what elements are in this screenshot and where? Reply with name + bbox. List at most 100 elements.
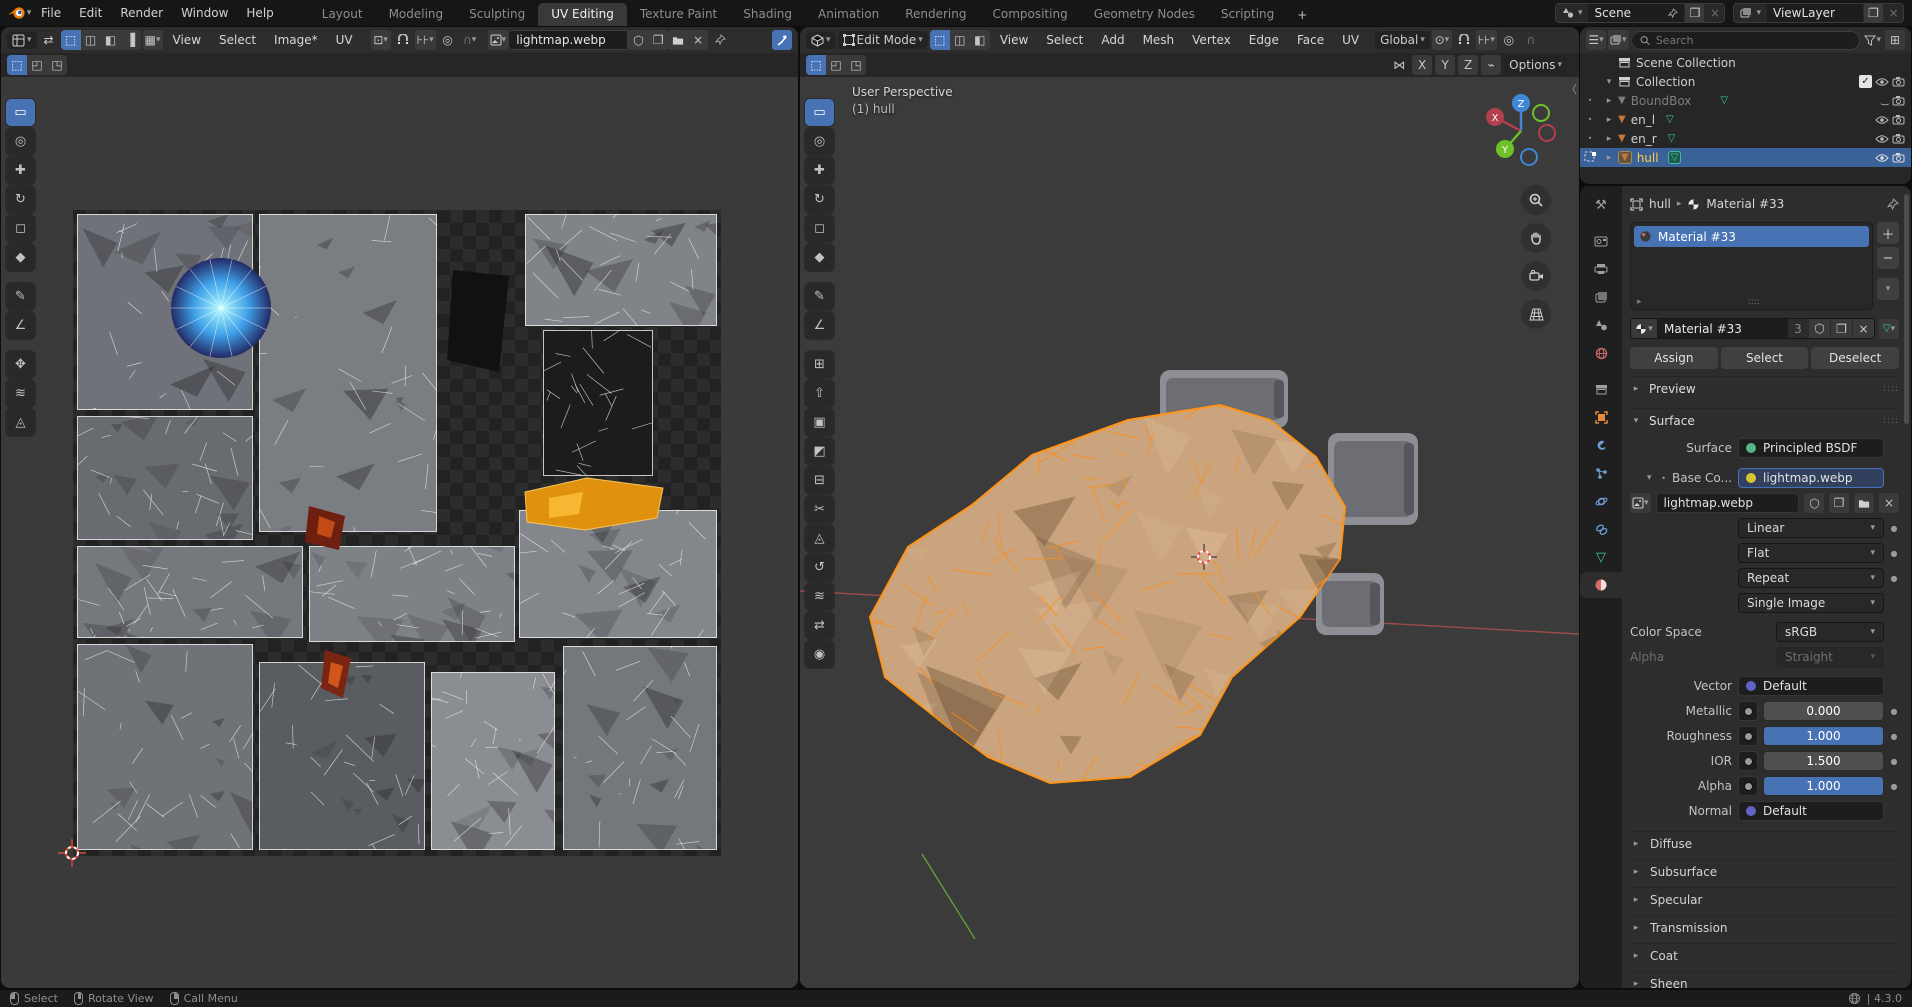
expand-icon[interactable]: ▸ xyxy=(1603,134,1615,144)
options-dropdown[interactable]: Options▾ xyxy=(1504,56,1567,74)
tab-physics[interactable] xyxy=(1580,488,1622,514)
material-slot-list[interactable]: Material #33 ▸:::: xyxy=(1630,222,1873,310)
mirror-x-button[interactable]: X xyxy=(1412,55,1432,75)
tab-uv-editing[interactable]: UV Editing xyxy=(538,3,627,26)
tab-render[interactable] xyxy=(1580,228,1622,254)
mirror-z-button[interactable]: Z xyxy=(1458,55,1478,75)
uv-tool-select-box[interactable]: ▭ xyxy=(6,99,35,126)
tab-shading[interactable]: Shading xyxy=(730,3,805,26)
subsurface-panel-header[interactable]: ▸Subsurface xyxy=(1630,859,1899,884)
vp-snap-magnet-icon[interactable] xyxy=(1454,30,1474,50)
uv-image-browse-button[interactable]: ▾ xyxy=(488,30,509,50)
vp-tool-spin[interactable]: ↺ xyxy=(805,554,834,581)
navigation-gizmo[interactable]: Z X Y xyxy=(1479,89,1563,173)
uv-menu-view[interactable]: View xyxy=(165,30,209,50)
tab-modifiers[interactable] xyxy=(1580,432,1622,458)
vp-menu-vertex[interactable]: Vertex xyxy=(1184,30,1239,50)
uv-gizmo-toggle-icon[interactable] xyxy=(772,30,792,50)
uv-face-select-button[interactable]: ◧ xyxy=(101,30,121,50)
normal-node-button[interactable]: Default xyxy=(1738,801,1884,821)
uv-menu-image[interactable]: Image* xyxy=(266,30,326,50)
slot-specials-button[interactable]: ▾ xyxy=(1877,278,1899,300)
surface-shader-button[interactable]: Principled BSDF xyxy=(1738,438,1884,458)
tab-scripting[interactable]: Scripting xyxy=(1208,3,1287,26)
vp-tool-poly-build[interactable]: ◬ xyxy=(805,525,834,552)
material-name-field[interactable]: Material #33 xyxy=(1657,319,1788,338)
vp-tool-smooth[interactable]: ≋ xyxy=(805,583,834,610)
unlink-material-button[interactable]: × xyxy=(1852,319,1874,338)
snap-symmetry-icon[interactable]: ⌁ xyxy=(1481,55,1501,75)
uv-pin-icon[interactable] xyxy=(710,30,730,50)
menu-help[interactable]: Help xyxy=(237,4,282,22)
search-input[interactable] xyxy=(1656,34,1852,47)
alpha-slider[interactable]: 1.000 xyxy=(1763,776,1884,796)
uv-edge-select-button[interactable]: ◫ xyxy=(81,30,101,50)
add-slot-button[interactable]: ＋ xyxy=(1877,222,1899,244)
coat-panel-header[interactable]: ▸Coat xyxy=(1630,943,1899,968)
uv-boxselect-subtract-button[interactable]: ◳ xyxy=(47,55,67,75)
mode-dropdown[interactable]: Edit Mode ▾ xyxy=(838,31,928,49)
metallic-slider[interactable]: 0.000 xyxy=(1763,701,1884,721)
network-icon[interactable] xyxy=(1848,992,1861,1005)
vp-tool-add-cube[interactable]: ⊞ xyxy=(805,351,834,378)
roughness-socket[interactable] xyxy=(1738,726,1758,746)
tab-data[interactable]: ▽ xyxy=(1580,544,1622,570)
tab-tool[interactable]: ⚒ xyxy=(1580,192,1622,218)
outliner-filter-button[interactable]: ▾ xyxy=(1862,30,1883,50)
ior-socket[interactable] xyxy=(1738,751,1758,771)
deselect-button[interactable]: Deselect xyxy=(1811,347,1899,369)
vp-tool-extrude[interactable]: ⇧ xyxy=(805,380,834,407)
tab-object[interactable] xyxy=(1580,404,1622,430)
pin-icon[interactable] xyxy=(1886,198,1899,211)
vp-tool-transform[interactable]: ◆ xyxy=(805,244,834,271)
vp-menu-uv[interactable]: UV xyxy=(1334,30,1367,50)
uv-boxselect-set-button[interactable]: ⬚ xyxy=(7,55,27,75)
tab-compositing[interactable]: Compositing xyxy=(979,3,1080,26)
uv-tool-grab[interactable]: ✥ xyxy=(6,351,35,378)
vp-tool-cursor[interactable]: ◎ xyxy=(805,128,834,155)
viewlayer-browse-button[interactable]: ▾ xyxy=(1734,4,1767,22)
surface-panel-header[interactable]: ▾Surface:::: xyxy=(1630,408,1899,433)
users-count-button[interactable]: 3 xyxy=(1788,319,1808,338)
uv-tool-relax[interactable]: ≋ xyxy=(6,380,35,407)
eye-closed-icon[interactable]: ‿ xyxy=(1881,95,1889,106)
tab-viewlayer[interactable] xyxy=(1580,284,1622,310)
tab-material[interactable] xyxy=(1580,572,1622,598)
tab-rendering[interactable]: Rendering xyxy=(892,3,979,26)
face-select-button[interactable]: ◧ xyxy=(970,30,990,50)
outliner-row-en-r[interactable]: •▸ ▼ en_r ▽ xyxy=(1580,129,1911,148)
grip-handle[interactable]: :::: xyxy=(1748,297,1760,307)
uv-tool-move[interactable]: ✚ xyxy=(6,157,35,184)
uv-menu-uv[interactable]: UV xyxy=(328,30,361,50)
menu-edit[interactable]: Edit xyxy=(70,4,111,22)
outliner-filter-id-button[interactable]: ▾ xyxy=(1608,30,1629,50)
material-browse-button[interactable]: ▾ xyxy=(1631,319,1657,338)
vp-menu-view[interactable]: View xyxy=(992,30,1036,50)
viewlayer-copy-button[interactable]: ❐ xyxy=(1863,4,1883,22)
tab-layout[interactable]: Layout xyxy=(309,3,376,26)
fake-user-button[interactable] xyxy=(1808,319,1830,338)
vp-tool-move[interactable]: ✚ xyxy=(805,157,834,184)
outliner-row-collection[interactable]: ▾ Collection ✓ xyxy=(1580,72,1911,91)
vp-tool-inset[interactable]: ▣ xyxy=(805,409,834,436)
vp-tool-rotate[interactable]: ↻ xyxy=(805,186,834,213)
interpolation-dropdown[interactable]: Linear▾ xyxy=(1738,518,1884,538)
vp-tool-scale[interactable]: ◻ xyxy=(805,215,834,242)
vp-snap-target-button[interactable]: ⊦⊦ ▾ xyxy=(1476,30,1497,50)
tab-particles[interactable] xyxy=(1580,460,1622,486)
uv-tool-rotate[interactable]: ↻ xyxy=(6,186,35,213)
pin-icon[interactable] xyxy=(1667,8,1678,19)
remove-slot-button[interactable]: − xyxy=(1877,247,1899,269)
ior-slider[interactable]: 1.500 xyxy=(1763,751,1884,771)
source-dropdown[interactable]: Single Image▾ xyxy=(1738,593,1884,613)
vp-menu-select[interactable]: Select xyxy=(1038,30,1091,50)
edge-select-button[interactable]: ◫ xyxy=(950,30,970,50)
copy-material-button[interactable]: ❐ xyxy=(1830,319,1852,338)
uv-sticky-select-button[interactable]: ▦ ▾ xyxy=(143,30,163,50)
uv-sync-selection-icon[interactable]: ⇄ xyxy=(39,30,59,50)
ortho-grid-button[interactable] xyxy=(1521,299,1551,329)
new-collection-button[interactable]: ⊞ xyxy=(1885,30,1905,50)
outliner-row-hull[interactable]: ▸ ▼ hull ▽ xyxy=(1580,148,1911,167)
select-button[interactable]: Select xyxy=(1721,347,1809,369)
vp-boxselect-set-button[interactable]: ⬚ xyxy=(806,55,826,75)
